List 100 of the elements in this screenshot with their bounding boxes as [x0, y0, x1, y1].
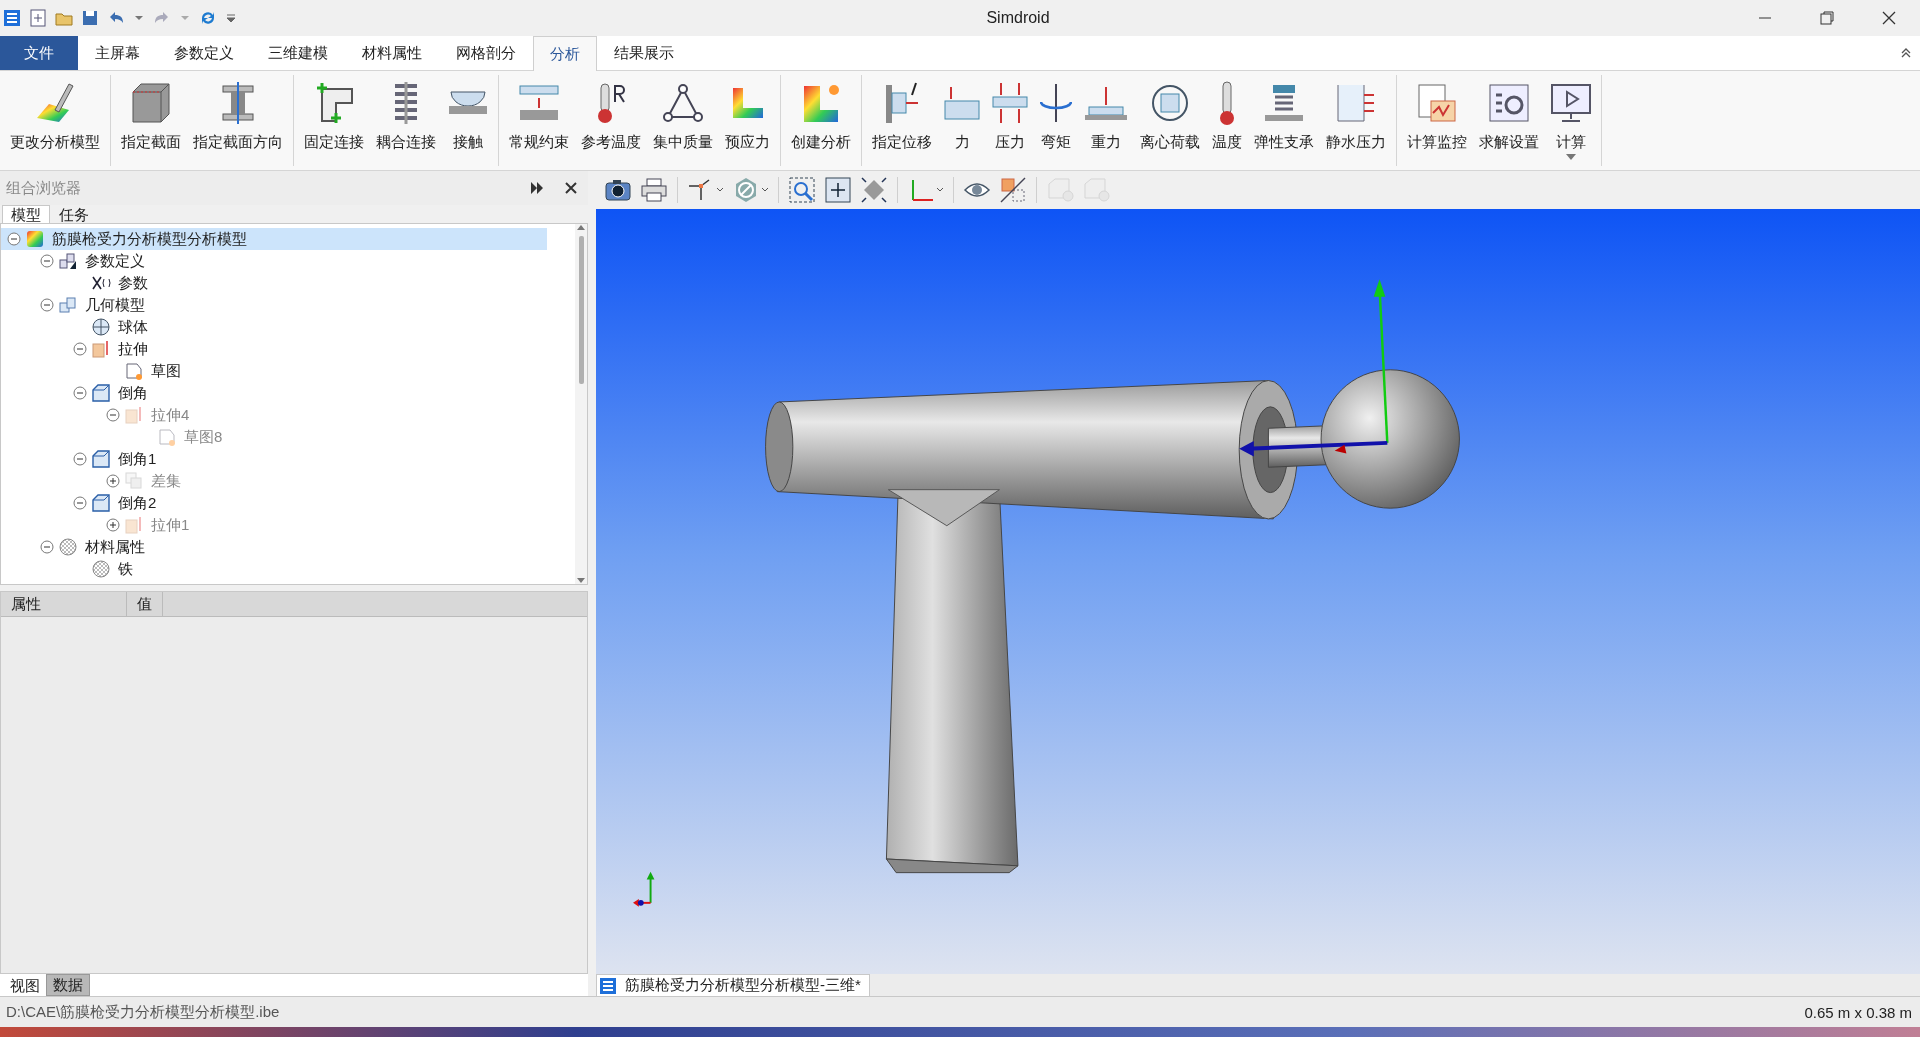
tree-item[interactable]: 几何模型: [83, 295, 147, 315]
ribbon-button[interactable]: 指定截面: [115, 75, 187, 166]
ribbon-button[interactable]: 静水压力: [1320, 75, 1392, 166]
window-title: Simdroid: [985, 9, 1051, 27]
ribbon-button[interactable]: 计算监控: [1401, 75, 1473, 166]
ribbon-button[interactable]: 力: [938, 75, 986, 166]
scroll-down-icon[interactable]: [576, 578, 586, 584]
panel-tab[interactable]: 视图: [4, 976, 46, 996]
rotating-cube-icon: [1152, 85, 1188, 121]
support-icon: [519, 85, 559, 121]
ribbon-button[interactable]: 指定截面方向: [187, 75, 289, 166]
ribbon-button[interactable]: 创建分析: [785, 75, 857, 166]
model-drawing[interactable]: [765, 279, 1460, 874]
ribbon-button[interactable]: 弯矩: [1034, 75, 1078, 166]
collapse-toggle[interactable]: [73, 452, 87, 466]
tree-item[interactable]: 材料属性: [83, 537, 147, 557]
sketch-icon: [124, 361, 144, 381]
ribbon-button[interactable]: 温度: [1206, 75, 1248, 166]
collapse-toggle[interactable]: [40, 298, 54, 312]
tree-item[interactable]: 球体: [116, 317, 150, 337]
tree-item[interactable]: 倒角2: [116, 493, 159, 513]
ribbon-tab[interactable]: 结果展示: [597, 36, 691, 70]
tree-item[interactable]: 差集: [149, 471, 183, 491]
expand-toggle[interactable]: [106, 474, 120, 488]
overlap-squares-icon: [124, 471, 144, 491]
panel-tab[interactable]: 任务: [50, 205, 98, 223]
plate-icon: [992, 82, 1028, 124]
tree-item[interactable]: 拉伸1: [149, 515, 192, 535]
tree-item[interactable]: 铁: [116, 559, 135, 579]
collapse-icon[interactable]: [1900, 46, 1912, 58]
tree-item[interactable]: 倒角1: [116, 449, 159, 469]
tree-item[interactable]: 拉伸: [116, 339, 150, 359]
double-arrow-icon[interactable]: [530, 181, 544, 195]
play-screen-icon: [1551, 84, 1591, 122]
app-icon[interactable]: [2, 8, 22, 28]
chamfer-icon: [91, 383, 111, 403]
cube-icon: [132, 83, 170, 123]
column-header[interactable]: 值: [127, 592, 163, 616]
printer-icon: [640, 176, 668, 204]
expand-toggle[interactable]: [106, 518, 120, 532]
app-icon: [599, 976, 617, 995]
collapse-toggle[interactable]: [106, 408, 120, 422]
cube-bulb-icon: [1046, 176, 1074, 204]
ribbon-button[interactable]: 耦合连接: [370, 75, 442, 166]
ribbon-tab[interactable]: 参数定义: [157, 36, 251, 70]
spring-support-icon: [1264, 84, 1304, 122]
scroll-up-icon[interactable]: [576, 224, 586, 230]
ribbon-button[interactable]: 压力: [986, 75, 1034, 166]
toolbar-button[interactable]: [822, 175, 854, 205]
panel-tab[interactable]: 模型: [2, 205, 50, 223]
section-plane-icon: [999, 176, 1027, 204]
ribbon-tab[interactable]: 分析: [533, 36, 597, 71]
thermometer-icon: [597, 82, 625, 124]
tree-item[interactable]: 草图: [149, 361, 183, 381]
blocks-icon: [58, 251, 78, 271]
ribbon-button[interactable]: 离心荷载: [1134, 75, 1206, 166]
collapse-toggle[interactable]: [40, 540, 54, 554]
ribbon-button[interactable]: 更改分析模型: [4, 75, 106, 166]
caret-icon: [936, 187, 944, 193]
close-icon[interactable]: [1881, 10, 1897, 26]
ribbon-button[interactable]: 弹性支承: [1248, 75, 1320, 166]
ribbon-tab[interactable]: 主屏幕: [78, 36, 157, 70]
ribbon-button[interactable]: 集中质量: [647, 75, 719, 166]
ribbon-tab[interactable]: 材料属性: [345, 36, 439, 70]
column-header[interactable]: 属性: [1, 592, 127, 616]
ribbon-tab[interactable]: 三维建模: [251, 36, 345, 70]
tree-item[interactable]: 倒角: [116, 383, 150, 403]
ribbon-button[interactable]: 计算: [1545, 75, 1597, 166]
scrollbar-thumb[interactable]: [578, 236, 584, 384]
collapse-toggle[interactable]: [7, 232, 21, 246]
panel-tab[interactable]: 数据: [46, 974, 90, 996]
zoom-box-icon: [788, 176, 816, 204]
file-menu-button[interactable]: 文件: [0, 36, 78, 70]
tree-item[interactable]: 草图8: [182, 427, 225, 447]
file-path: D:\CAE\筋膜枪受力分析模型分析模型.ibe: [6, 1002, 280, 1022]
document-tab[interactable]: 筋膜枪受力分析模型分析模型-三维*: [596, 974, 870, 996]
tree-item[interactable]: 筋膜枪受力分析模型分析模型: [50, 229, 249, 249]
ribbon-tab[interactable]: 网格剖分: [439, 36, 533, 70]
ribbon-button[interactable]: 接触: [442, 75, 494, 166]
dimensions-readout: 0.65 m x 0.38 m: [1804, 1003, 1912, 1021]
collapse-toggle[interactable]: [73, 342, 87, 356]
close-icon[interactable]: [565, 182, 577, 194]
restore-icon[interactable]: [1819, 10, 1835, 26]
chamfer-icon: [91, 493, 111, 513]
save-icon[interactable]: [80, 8, 100, 28]
new-file-icon[interactable]: [28, 8, 48, 28]
ribbon-button[interactable]: 求解设置: [1473, 75, 1545, 166]
collapse-toggle[interactable]: [73, 386, 87, 400]
collapse-toggle[interactable]: [73, 496, 87, 510]
ribbon-button[interactable]: 常规约束: [503, 75, 575, 166]
ribbon-button[interactable]: 预应力: [719, 75, 776, 166]
wall-icon: [885, 82, 919, 124]
ribbon-button[interactable]: 固定连接: [298, 75, 370, 166]
ribbon-button[interactable]: 参考温度: [575, 75, 647, 166]
collapse-toggle[interactable]: [40, 254, 54, 268]
tree-item[interactable]: 参数: [116, 273, 150, 293]
tree-item[interactable]: 参数定义: [83, 251, 147, 271]
tree-item[interactable]: 拉伸4: [149, 405, 192, 425]
ribbon-button[interactable]: 指定位移: [866, 75, 938, 166]
ribbon-button[interactable]: 重力: [1078, 75, 1134, 166]
